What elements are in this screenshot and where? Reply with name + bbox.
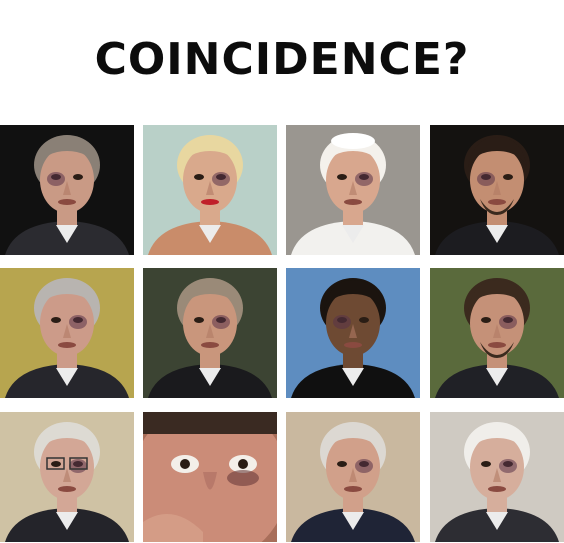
photo-grid (0, 125, 564, 543)
page-title: COINCIDENCE? (94, 34, 470, 85)
photo-blonde-woman-red-lips-bruised-eye (143, 125, 277, 255)
photo-man-glasses-bruised-eye (0, 412, 134, 542)
photo-man-closeup-finger-bruised-eye (143, 412, 277, 542)
photo-elderly-man-smiling-bruised-eye (286, 412, 420, 542)
photo-grey-haired-man-bruised-eye (0, 268, 134, 398)
photo-elderly-man-white-hair-scar (430, 412, 564, 542)
photo-man-dark-jacket-bruised-eye (143, 268, 277, 398)
photo-man-goatee-bruised-eye (430, 125, 564, 255)
photo-bearded-man-bruised-eye (430, 268, 564, 398)
photo-man-blue-backdrop-bruised-eye (286, 268, 420, 398)
photo-man-dark-suit-bruised-eye (0, 125, 134, 255)
photo-pope-white-cap-bruised-eye (286, 125, 420, 255)
